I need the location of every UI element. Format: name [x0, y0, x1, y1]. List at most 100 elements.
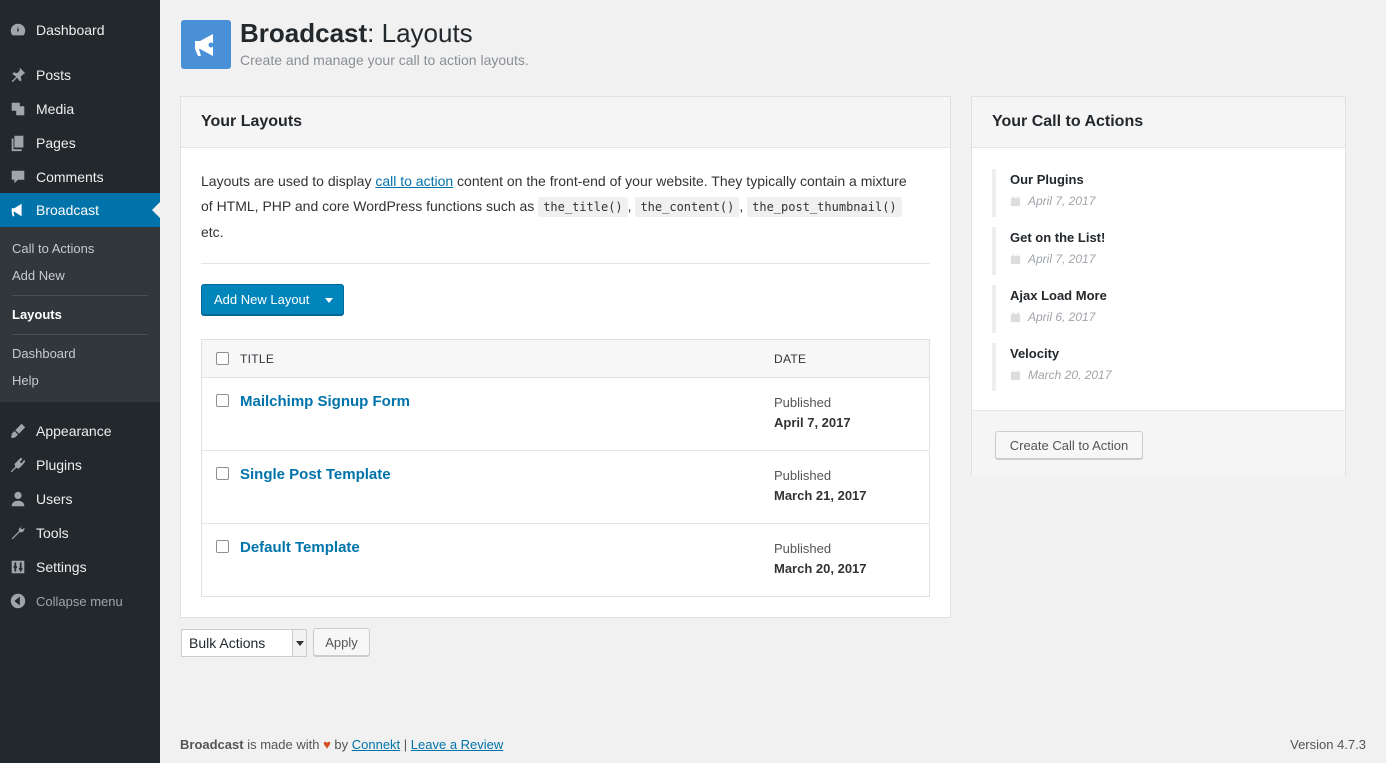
submenu-call-to-actions[interactable]: Call to Actions	[12, 241, 94, 256]
cta-list-item: Ajax Load More April 6, 2017	[992, 285, 1322, 333]
menu-item-comments[interactable]: Comments	[0, 160, 160, 194]
column-title[interactable]: TITLE	[240, 352, 274, 366]
chevron-down-icon	[292, 630, 306, 656]
apply-button[interactable]: Apply	[313, 628, 370, 656]
table-row: Mailchimp Signup Form Published April 7,…	[202, 378, 929, 451]
cta-name[interactable]: Our Plugins	[1010, 172, 1084, 187]
row-checkbox[interactable]	[216, 540, 229, 553]
add-new-layout-button[interactable]: Add New Layout	[201, 284, 344, 315]
page-title-rest: : Layouts	[367, 18, 473, 48]
menu-item-settings[interactable]: Settings	[0, 550, 160, 584]
select-all-checkbox[interactable]	[216, 352, 229, 365]
menu-item-tools[interactable]: Tools	[0, 516, 160, 550]
divider	[201, 263, 930, 264]
cta-name[interactable]: Get on the List!	[1010, 230, 1105, 245]
cta-date: April 7, 2017	[1010, 194, 1095, 208]
cta-name[interactable]: Velocity	[1010, 346, 1059, 361]
footer-text: |	[400, 737, 411, 752]
menu-label: Posts	[36, 67, 72, 83]
broadcast-submenu: Call to Actions Add New Layouts Dashboar…	[0, 227, 160, 402]
call-to-actions-panel: Your Call to Actions Our Plugins April 7…	[971, 96, 1346, 476]
cta-name[interactable]: Ajax Load More	[1010, 288, 1107, 303]
admin-sidebar: Dashboard Posts Media Pages Comments Bro…	[0, 0, 160, 763]
media-icon	[0, 100, 36, 118]
menu-label: Users	[36, 491, 73, 507]
cta-list-item: Get on the List! April 7, 2017	[992, 227, 1322, 275]
create-call-to-action-button[interactable]: Create Call to Action	[995, 431, 1143, 459]
menu-label: Pages	[36, 135, 76, 151]
menu-item-users[interactable]: Users	[0, 482, 160, 516]
menu-label: Media	[36, 101, 75, 117]
heart-icon: ♥	[323, 737, 331, 752]
row-checkbox[interactable]	[216, 467, 229, 480]
code-snippet: the_title()	[538, 197, 628, 217]
menu-label: Dashboard	[36, 22, 105, 38]
submenu-add-new[interactable]: Add New	[12, 268, 65, 283]
row-status: Published	[774, 541, 832, 556]
code-snippet: the_post_thumbnail()	[747, 197, 902, 217]
column-date[interactable]: DATE	[774, 352, 806, 366]
layout-title-link[interactable]: Single Post Template	[240, 466, 391, 483]
cta-list-item: Our Plugins April 7, 2017	[992, 169, 1322, 217]
pin-icon	[0, 66, 36, 84]
menu-item-broadcast[interactable]: Broadcast	[0, 193, 160, 227]
call-to-action-link[interactable]: call to action	[375, 173, 453, 189]
cta-panel-title: Your Call to Actions	[972, 97, 1345, 148]
layouts-panel-title: Your Layouts	[181, 97, 950, 148]
menu-item-posts[interactable]: Posts	[0, 58, 160, 92]
submenu-help[interactable]: Help	[12, 373, 39, 388]
cta-date-text: April 6, 2017	[1028, 310, 1096, 324]
row-status: Published	[774, 468, 832, 483]
footer-text: is made with	[243, 737, 324, 752]
desc-text: ,	[739, 198, 748, 214]
plugin-icon	[0, 456, 36, 474]
calendar-icon	[1010, 369, 1021, 380]
menu-item-pages[interactable]: Pages	[0, 126, 160, 160]
cta-list-item: Velocity March 20, 2017	[992, 343, 1322, 391]
footer-text: by	[330, 737, 352, 752]
code-snippet: the_content()	[635, 197, 740, 217]
row-date: March 20, 2017	[774, 561, 867, 576]
connekt-link[interactable]: Connekt	[352, 737, 400, 752]
settings-icon	[0, 558, 36, 576]
table-header: TITLE DATE	[202, 340, 929, 378]
menu-item-dashboard[interactable]: Dashboard	[0, 13, 160, 47]
collapse-menu-button[interactable]: Collapse menu	[0, 584, 160, 618]
page-title-brand: Broadcast	[240, 18, 368, 48]
submenu-dashboard[interactable]: Dashboard	[12, 346, 76, 361]
menu-item-plugins[interactable]: Plugins	[0, 448, 160, 482]
menu-label: Collapse menu	[36, 593, 123, 609]
megaphone-icon	[181, 20, 231, 69]
layouts-panel: Your Layouts Layouts are used to display…	[180, 96, 951, 618]
layout-title-link[interactable]: Default Template	[240, 539, 360, 556]
leave-review-link[interactable]: Leave a Review	[411, 737, 504, 752]
dashboard-icon	[0, 21, 36, 39]
layout-title-link[interactable]: Mailchimp Signup Form	[240, 393, 410, 410]
menu-item-media[interactable]: Media	[0, 92, 160, 126]
bulk-actions-value: Bulk Actions	[189, 635, 266, 651]
cta-date: March 20, 2017	[1010, 368, 1111, 382]
row-date: March 21, 2017	[774, 488, 867, 503]
page-title: Broadcast: Layouts	[240, 18, 473, 49]
collapse-icon	[0, 592, 36, 610]
submenu-layouts[interactable]: Layouts	[12, 307, 62, 322]
calendar-icon	[1010, 253, 1021, 264]
comment-icon	[0, 168, 36, 186]
menu-label: Comments	[36, 169, 104, 185]
page-subtitle: Create and manage your call to action la…	[240, 52, 529, 68]
cta-date-text: April 7, 2017	[1028, 194, 1096, 208]
paintbrush-icon	[0, 422, 36, 440]
table-row: Default Template Published March 20, 201…	[202, 524, 929, 597]
row-checkbox[interactable]	[216, 394, 229, 407]
menu-item-appearance[interactable]: Appearance	[0, 414, 160, 448]
menu-label: Broadcast	[36, 202, 100, 218]
submenu-divider	[12, 334, 148, 335]
bulk-actions-select[interactable]: Bulk Actions	[181, 629, 307, 657]
menu-label: Tools	[36, 525, 69, 541]
cta-date: April 7, 2017	[1010, 252, 1095, 266]
admin-footer: Broadcast is made with ♥ by Connekt | Le…	[180, 737, 503, 752]
pages-icon	[0, 134, 36, 152]
submenu-divider	[12, 295, 148, 296]
calendar-icon	[1010, 311, 1021, 322]
version-text: Version 4.7.3	[1290, 737, 1366, 752]
